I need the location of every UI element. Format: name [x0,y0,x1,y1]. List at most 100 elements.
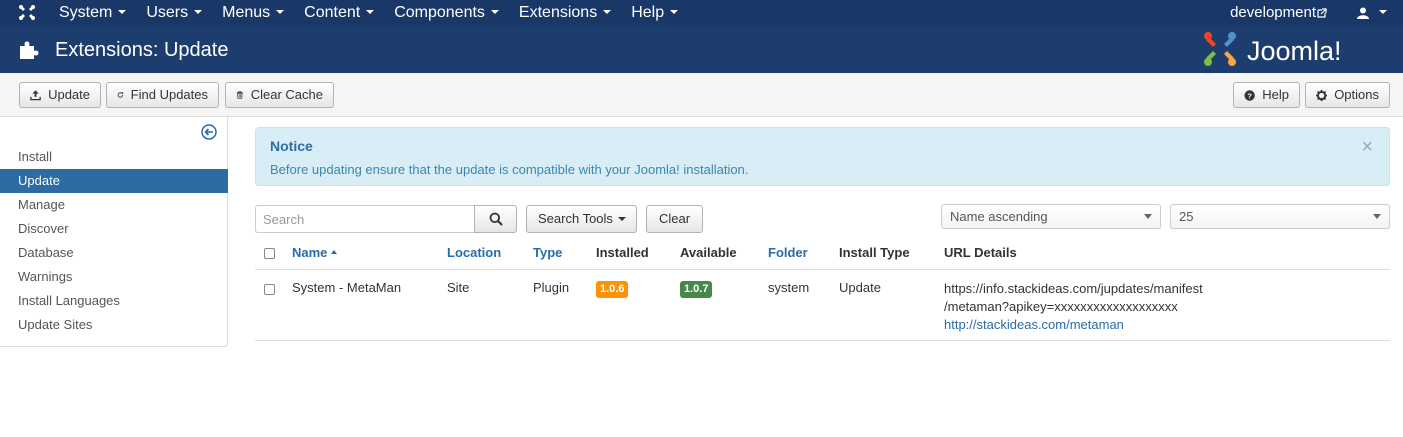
menu-menus[interactable]: Menus [210,0,292,25]
sidebar-item-update[interactable]: Update [0,169,228,193]
close-icon[interactable]: × [1361,137,1373,157]
menu-help[interactable]: Help [619,0,686,25]
puzzle-icon [20,41,39,59]
refresh-icon [117,92,124,98]
limit-value: 25 [1179,209,1194,224]
sidebar-item-install-languages[interactable]: Install Languages [0,289,228,313]
options-button[interactable]: Options [1305,82,1390,108]
search-tools-label: Search Tools [538,211,613,226]
update-url-line-1: https://info.stackideas.com/jupdates/man… [944,281,1203,296]
extension-name: System - MetaMan [292,280,402,295]
menu-label: Menus [222,4,271,21]
column-installed: Installed [596,245,649,260]
caret-down-icon [194,9,203,14]
caret-down-icon [670,9,679,14]
toolbar: Update Find Updates Clear Cache ? Help O… [0,73,1403,117]
extension-type: Plugin [533,280,570,295]
sidebar-item-manage[interactable]: Manage [0,193,228,217]
notice-alert: Notice Before updating ensure that the u… [255,127,1390,186]
update-button-label: Update [48,87,90,102]
column-url-details: URL Details [944,245,1017,260]
notice-text: Before updating ensure that the update i… [270,162,749,177]
extension-location: Site [447,280,470,295]
caret-down-icon [118,9,127,14]
clear-cache-button[interactable]: Clear Cache [225,82,334,108]
sidebar: Install Update Manage Discover Database … [0,117,228,347]
extension-install-type: Update [839,280,881,295]
menu-label: Help [631,4,665,21]
url-details: https://info.stackideas.com/jupdates/man… [944,280,1203,334]
column-type[interactable]: Type [533,245,562,260]
search-button[interactable] [474,205,517,233]
select-all-checkbox[interactable] [264,248,275,259]
column-location[interactable]: Location [447,245,501,260]
column-name[interactable]: Name [292,245,338,260]
sidebar-item-warnings[interactable]: Warnings [0,265,228,289]
info-url-link[interactable]: http://stackideas.com/metaman [944,317,1124,332]
available-version-badge: 1.0.7 [680,281,713,298]
menu-label: System [59,4,113,21]
column-install-type: Install Type [839,245,910,260]
caret-down-icon [1379,9,1387,14]
user-icon [1357,7,1369,19]
extension-folder: system [768,280,810,295]
find-updates-button-label: Find Updates [130,87,208,102]
search-tools-button[interactable]: Search Tools [526,205,637,233]
search-input[interactable] [255,205,475,233]
brand-text: Joomla! [1247,36,1342,66]
find-updates-button[interactable]: Find Updates [106,82,219,108]
caret-down-icon [603,9,612,14]
updates-table: Name Location Type Installed Available F… [255,240,1390,341]
notice-title: Notice [270,138,313,154]
page-header: Extensions: Update Joomla! [0,25,1403,73]
menu-label: Components [394,4,485,21]
column-name-label: Name [292,245,328,260]
column-folder[interactable]: Folder [768,245,808,260]
external-link-icon [1317,8,1327,18]
menu-users[interactable]: Users [134,0,210,25]
dropdown-arrow-icon [1144,214,1152,219]
site-link[interactable]: development [1230,4,1327,21]
caret-down-icon [490,9,499,14]
help-button[interactable]: ? Help [1233,82,1300,108]
sidebar-item-database[interactable]: Database [0,241,228,265]
update-button[interactable]: Update [19,82,101,108]
clear-cache-button-label: Clear Cache [250,87,323,102]
joomla-logo-icon[interactable] [18,4,36,21]
sort-ascending-icon [331,250,338,255]
installed-version-badge: 1.0.6 [596,281,629,298]
search-icon [489,212,503,226]
ordering-select[interactable]: Name ascending [941,204,1161,229]
page-title: Extensions: Update [55,39,229,61]
caret-down-icon [276,9,285,14]
table-header: Name Location Type Installed Available F… [255,240,1390,270]
sidebar-item-install[interactable]: Install [0,145,228,169]
help-button-label: Help [1262,87,1289,102]
sidebar-item-update-sites[interactable]: Update Sites [0,313,228,337]
caret-down-icon [617,216,626,221]
menu-label: Content [304,4,361,21]
main-menu: System Users Menus Content Components Ex… [47,0,686,25]
menu-components[interactable]: Components [382,0,507,25]
menu-extensions[interactable]: Extensions [507,0,619,25]
menu-content[interactable]: Content [292,0,382,25]
navbar-right: development [1230,0,1403,25]
clear-button[interactable]: Clear [646,205,703,233]
collapse-sidebar-icon[interactable] [201,124,217,140]
user-menu[interactable] [1357,7,1387,19]
limit-select[interactable]: 25 [1170,204,1390,229]
sidebar-menu: Install Update Manage Discover Database … [0,145,228,337]
menu-system[interactable]: System [47,0,134,25]
row-checkbox[interactable] [264,284,275,295]
svg-text:?: ? [1247,91,1252,100]
table-row: System - MetaMan Site Plugin 1.0.6 1.0.7… [255,270,1390,341]
upload-icon [30,90,41,101]
gear-icon [1316,89,1328,101]
sidebar-item-discover[interactable]: Discover [0,217,228,241]
question-icon: ? [1244,89,1255,101]
update-url-line-2: /metaman?apikey=xxxxxxxxxxxxxxxxxxx [944,299,1178,314]
ordering-value: Name ascending [950,209,1048,224]
menu-label: Users [146,4,189,21]
dropdown-arrow-icon [1373,214,1381,219]
column-available: Available [680,245,737,260]
